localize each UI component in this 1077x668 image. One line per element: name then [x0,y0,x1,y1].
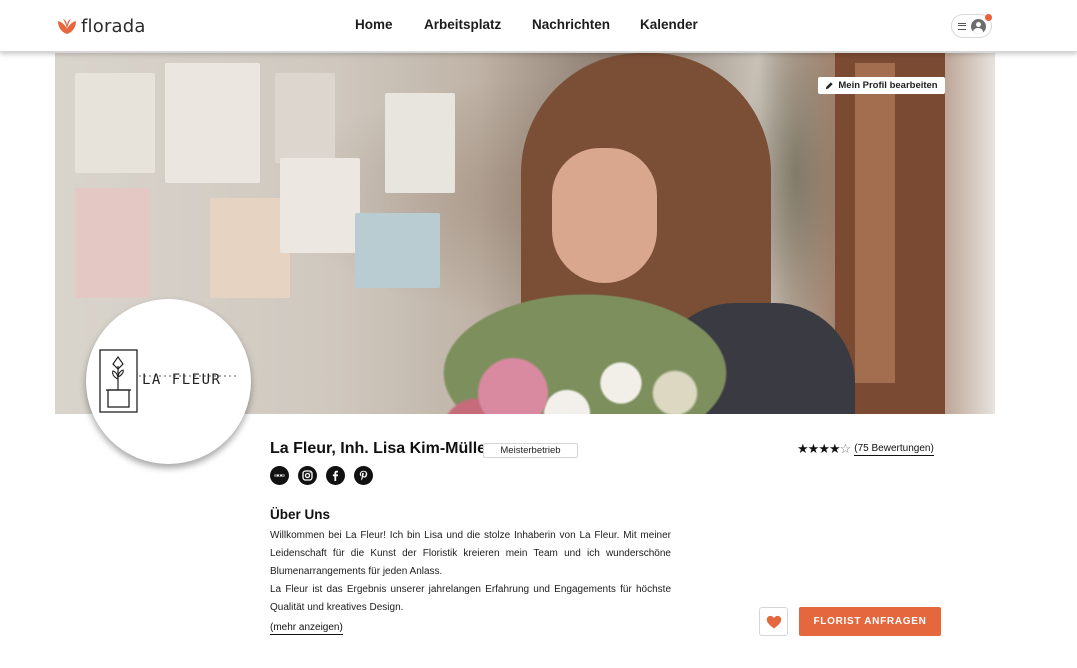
notification-dot [985,14,992,21]
user-avatar-icon [970,18,986,34]
instagram-icon[interactable] [298,466,317,485]
main-nav: Home Arbeitsplatz Nachrichten Kalender [0,17,1077,37]
nav-home[interactable]: Home [355,17,393,32]
favorite-button[interactable] [759,607,788,636]
shop-logo: LA FLEUR [86,299,251,464]
hamburger-icon [957,22,966,30]
meisterbetrieb-badge: Meisterbetrieb [483,443,578,458]
top-navigation-bar: florada Home Arbeitsplatz Nachrichten Ka… [0,0,1077,52]
about-paragraph-2: La Fleur ist das Ergebnis unserer jahrel… [270,584,671,613]
about-paragraph-1: Willkommen bei La Fleur! Ich bin Lisa un… [270,530,671,577]
pencil-icon [826,82,834,90]
rating: ★★★★☆ (75 Bewertungen) [797,441,934,457]
about-title: Über Uns [270,507,331,522]
edit-profile-button[interactable]: Mein Profil bearbeiten [818,77,945,94]
social-links [270,466,373,485]
edit-profile-label: Mein Profil bearbeiten [838,80,938,91]
pinterest-icon[interactable] [354,466,373,485]
about-text: Willkommen bei La Fleur! Ich bin Lisa un… [270,527,671,617]
shop-name: La Fleur, Inh. Lisa Kim-Müller [270,440,493,457]
star-filled-icon: ★ [797,441,809,456]
facebook-icon[interactable] [326,466,345,485]
star-filled-icon: ★ [818,441,830,456]
nav-kalender[interactable]: Kalender [640,17,698,32]
heart-icon [766,615,781,628]
reviews-link[interactable]: (75 Bewertungen) [854,443,934,456]
rating-stars: ★★★★☆ [797,441,852,457]
nav-nachrichten[interactable]: Nachrichten [532,17,610,32]
nav-arbeitsplatz[interactable]: Arbeitsplatz [424,17,501,32]
shop-logo-text: LA FLEUR [142,372,222,388]
show-more-link[interactable]: (mehr anzeigen) [270,621,343,635]
website-icon[interactable] [270,466,289,485]
star-filled-icon: ★ [828,441,841,456]
star-empty-icon: ☆ [839,441,852,456]
star-filled-icon: ★ [807,441,820,456]
request-florist-button[interactable]: FLORIST ANFRAGEN [799,607,941,636]
